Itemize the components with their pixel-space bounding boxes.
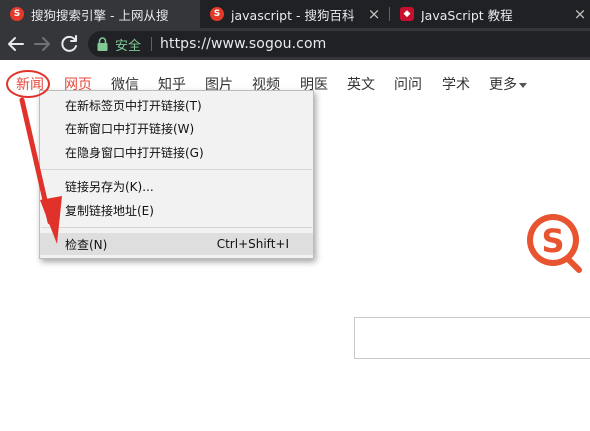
tab-sogou-search[interactable]: S 搜狗搜索引擎 - 上网从搜 xyxy=(0,0,200,28)
tab-title: 搜狗搜索引擎 - 上网从搜 xyxy=(31,7,169,23)
tab-sogou-baike[interactable]: S javascript - 搜狗百科 × xyxy=(200,0,390,28)
nav-item-wenwen[interactable]: 问问 xyxy=(394,74,422,94)
menu-item-inspect[interactable]: 检查(N) Ctrl+Shift+I xyxy=(40,233,313,255)
context-menu: 在新标签页中打开链接(T) 在新窗口中打开链接(W) 在隐身窗口中打开链接(G)… xyxy=(39,90,314,259)
runoob-icon: ◆ xyxy=(400,7,414,21)
menu-item-label: 复制链接地址(E) xyxy=(65,203,154,218)
menu-item-label: 链接另存为(K)... xyxy=(65,179,154,194)
tab-title: javascript - 搜狗百科 xyxy=(231,7,355,23)
back-arrow-icon[interactable] xyxy=(4,32,28,56)
forward-arrow-icon[interactable] xyxy=(30,32,54,56)
sogou-icon: S xyxy=(10,7,24,21)
url-text[interactable]: https://www.sogou.com xyxy=(160,36,326,52)
menu-item-open-in-incognito[interactable]: 在隐身窗口中打开链接(G) xyxy=(40,141,313,163)
menu-item-shortcut: Ctrl+Shift+I xyxy=(216,237,289,251)
secure-label: 安全 xyxy=(115,38,142,54)
browser-toolbar: 安全 https://www.sogou.com xyxy=(0,28,590,60)
chevron-down-icon xyxy=(519,82,527,88)
reload-icon[interactable] xyxy=(57,32,81,56)
close-icon[interactable]: × xyxy=(366,6,382,22)
more-label: 更多 xyxy=(489,77,517,93)
tab-javascript-tutorial[interactable]: ◆ JavaScript 教程 × xyxy=(390,0,590,28)
menu-item-label: 在新窗口中打开链接(W) xyxy=(65,121,195,136)
menu-item-label: 检查(N) xyxy=(65,237,108,252)
menu-item-label: 在隐身窗口中打开链接(G) xyxy=(65,145,204,160)
sogou-icon: S xyxy=(210,7,224,21)
nav-item-xueshu[interactable]: 学术 xyxy=(442,74,470,94)
menu-item-open-in-new-tab[interactable]: 在新标签页中打开链接(T) xyxy=(40,94,313,116)
menu-item-label: 在新标签页中打开链接(T) xyxy=(65,98,202,113)
tab-title: JavaScript 教程 xyxy=(421,7,513,23)
menu-separator xyxy=(41,169,312,170)
menu-separator xyxy=(41,227,312,228)
close-icon[interactable]: × xyxy=(572,6,588,22)
lock-icon[interactable] xyxy=(96,36,109,52)
menu-item-save-link-as[interactable]: 链接另存为(K)... xyxy=(40,175,313,197)
nav-item-more[interactable]: 更多 xyxy=(489,74,527,94)
search-input[interactable] xyxy=(354,317,590,359)
omnibox-divider xyxy=(151,37,153,51)
sogou-logo-icon: S xyxy=(527,214,582,273)
address-bar[interactable]: 安全 https://www.sogou.com xyxy=(88,31,590,57)
menu-item-open-in-new-window[interactable]: 在新窗口中打开链接(W) xyxy=(40,117,313,139)
menu-item-copy-link-address[interactable]: 复制链接地址(E) xyxy=(40,199,313,221)
nav-item-english[interactable]: 英文 xyxy=(347,74,375,94)
svg-text:S: S xyxy=(541,222,564,260)
tab-strip: S 搜狗搜索引擎 - 上网从搜 S javascript - 搜狗百科 × ◆ … xyxy=(0,0,590,28)
